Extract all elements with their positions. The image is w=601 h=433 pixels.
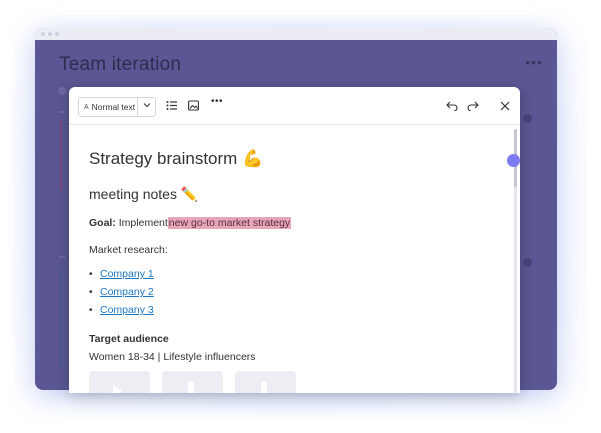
window-titlebar xyxy=(35,28,557,40)
editor-toolbar: A Normal text ••• xyxy=(69,87,520,125)
group-marker xyxy=(59,256,65,258)
window-dot xyxy=(55,32,59,36)
company-link[interactable]: Company 1 xyxy=(100,268,154,280)
text-size-icon: A xyxy=(84,103,89,111)
doc-heading: Strategy brainstorm 💪 xyxy=(89,149,263,169)
doc-subheading: meeting notes ✏️ xyxy=(89,186,198,203)
target-audience-title: Target audience xyxy=(89,333,169,345)
goal-label: Goal: xyxy=(89,217,116,229)
bullet-list-icon[interactable] xyxy=(166,98,177,116)
doc-heading-text: Strategy brainstorm xyxy=(89,149,238,168)
image-icon[interactable] xyxy=(188,98,199,116)
list-item: • Company 1 xyxy=(89,265,154,283)
doc-editor-modal: A Normal text ••• Strategy brainstorm 💪 … xyxy=(69,87,520,393)
media-card[interactable] xyxy=(235,371,296,393)
chevron-down-icon[interactable] xyxy=(143,101,151,111)
bullet-icon: • xyxy=(89,268,93,280)
goal-line: Goal: Implementnew go-to market strategy xyxy=(89,217,292,229)
redo-icon[interactable] xyxy=(467,98,479,116)
bullet-icon: • xyxy=(89,286,93,298)
company-link[interactable]: Company 2 xyxy=(100,286,154,298)
media-card[interactable] xyxy=(89,371,150,393)
undo-icon[interactable] xyxy=(446,98,458,116)
list-item: • Company 2 xyxy=(89,283,154,301)
bullet-icon: • xyxy=(89,304,93,316)
board-title: Team iteration xyxy=(59,54,182,75)
flexed-biceps-icon: 💪 xyxy=(242,149,264,168)
media-card[interactable] xyxy=(162,371,223,393)
select-divider xyxy=(137,98,138,116)
list-item: • Company 3 xyxy=(89,301,154,319)
group-color-bar xyxy=(60,120,62,190)
play-icon xyxy=(113,385,122,393)
drag-handle[interactable] xyxy=(507,154,520,167)
status-dot xyxy=(523,258,532,267)
status-dot xyxy=(523,114,532,123)
group-dot xyxy=(58,87,66,95)
company-list: • Company 1 • Company 2 • Company 3 xyxy=(89,265,154,319)
market-research-title: Market research: xyxy=(89,244,168,256)
goal-text: Implement xyxy=(118,217,168,229)
placeholder-icon xyxy=(188,381,194,393)
doc-subheading-text: meeting notes xyxy=(89,186,177,202)
target-audience-text: Women 18-34 | Lifestyle influencers xyxy=(89,351,256,363)
text-style-select[interactable]: A Normal text xyxy=(78,97,156,117)
goal-highlight: new go-to market strategy xyxy=(167,217,292,229)
pencil-icon: ✏️ xyxy=(180,186,199,202)
window-dot xyxy=(41,32,45,36)
more-horizontal-icon[interactable]: ••• xyxy=(211,96,223,107)
company-link[interactable]: Company 3 xyxy=(100,304,154,316)
text-style-label: Normal text xyxy=(91,102,136,112)
group-color-bar xyxy=(60,268,62,368)
close-icon[interactable] xyxy=(500,98,510,116)
more-horizontal-icon[interactable]: ••• xyxy=(525,54,543,70)
placeholder-icon xyxy=(261,381,267,393)
group-marker xyxy=(59,111,65,113)
window-dot xyxy=(48,32,52,36)
